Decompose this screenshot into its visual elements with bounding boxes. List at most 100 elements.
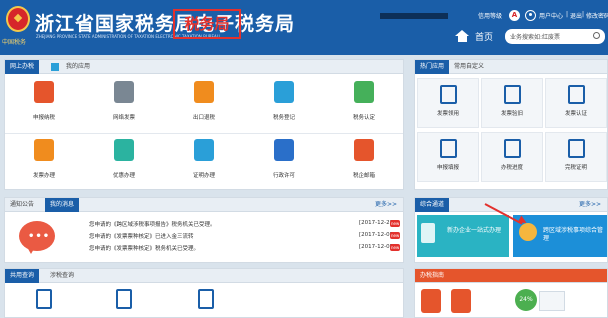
service-label: 优惠办理 [112, 173, 135, 179]
tax-service-item[interactable]: 税务认定 [335, 77, 393, 133]
people-icon [519, 223, 537, 241]
tab-announcements[interactable]: 通知公告 [5, 198, 39, 212]
tax-service-item[interactable]: 行政许可 [255, 135, 313, 189]
service-icon [34, 139, 54, 161]
tab-my-messages[interactable]: 我的消息 [45, 198, 80, 212]
channel-more-link[interactable]: 更多>> [579, 198, 601, 212]
watermark-stamp: 税务局 [173, 9, 241, 39]
phone-icon [421, 223, 435, 243]
service-icon [274, 81, 294, 103]
tax-service-item[interactable]: 发票办理 [15, 135, 73, 189]
guide-panel: 办税指南 24% [414, 268, 608, 318]
hot-app-item[interactable]: 完税证明 [545, 132, 607, 182]
service-label: 发票办理 [32, 173, 55, 179]
banner-label: 跨区域涉税事项综合管理 [543, 227, 604, 242]
notice-text: 您申请的《发票票种核定》已进入金三流转 [89, 234, 194, 240]
chat-bubble-icon: ••• [19, 221, 55, 254]
speed-stat-badge: 24% [515, 289, 537, 311]
notice-row[interactable]: 您申请的《发票票种核定》已进入金三流转 [2017-12-05] new [89, 232, 401, 242]
service-label: 税务登记 [272, 115, 295, 121]
panel-header: 网上办税 我的应用 [5, 60, 403, 74]
channel-panel: 综合通道 更多>> 新办企业一站式办理 跨区域涉税事项综合管理 [414, 197, 608, 263]
panel-header: 共用查询 涉税查询 [5, 269, 403, 283]
service-label: 出口退税 [192, 115, 215, 121]
service-label: 税企邮箱 [352, 173, 375, 179]
tax-service-item[interactable]: 出口退税 [175, 77, 233, 133]
tab-public-query[interactable]: 共用查询 [5, 269, 40, 283]
guide-icon-2[interactable] [451, 289, 471, 313]
tax-service-item[interactable]: 优惠办理 [95, 135, 153, 189]
service-icon [354, 139, 374, 161]
service-label: 网络发票 [112, 115, 135, 121]
tax-service-item[interactable]: 税务登记 [255, 77, 313, 133]
user-icon [525, 10, 536, 21]
tab-hot-apps[interactable]: 热门应用 [415, 60, 450, 74]
stamp-document-icon[interactable] [198, 289, 214, 309]
query-panel: 共用查询 涉税查询 [4, 268, 404, 318]
new-company-banner[interactable]: 新办企业一站式办理 [417, 215, 509, 257]
tax-service-item[interactable]: 税企邮箱 [335, 135, 393, 189]
home-icon[interactable] [455, 30, 470, 42]
new-badge: new [390, 244, 401, 251]
user-center-link[interactable]: 用户中心 [539, 11, 563, 20]
hot-app-label: 办税进度 [500, 165, 523, 171]
panel-header: 综合通道 更多>> [415, 198, 607, 212]
speed-widget [539, 291, 565, 311]
tax-service-item[interactable]: 申报纳税 [15, 77, 73, 133]
hot-app-item[interactable]: 申报填报 [417, 132, 479, 182]
hot-app-icon [504, 139, 521, 158]
panel-header: 通知公告 我的消息 更多>> [5, 198, 403, 212]
notices-panel: 通知公告 我的消息 更多>> ••• 您申请的《跨区域涉税事项报告》税务机关已受… [4, 197, 404, 263]
tab-online-tax[interactable]: 网上办税 [5, 60, 40, 74]
guide-title: 办税指南 [420, 272, 445, 279]
notice-text: 您申请的《跨区域涉税事项报告》税务机关已受理。 [89, 222, 216, 228]
tab-tax-query[interactable]: 涉税查询 [45, 269, 79, 283]
change-password-link[interactable]: 修改密码 [586, 11, 608, 20]
new-badge: new [390, 232, 401, 239]
banner-label: 新办企业一站式办理 [447, 227, 502, 234]
tab-my-apps[interactable]: 我的应用 [61, 60, 95, 74]
panel-header: 办税指南 [415, 269, 607, 283]
credit-level-label: 信用等级 [478, 13, 503, 20]
search-input[interactable]: 业务搜索如:红废票 [505, 29, 605, 44]
tax-service-item[interactable]: 证明办理 [175, 135, 233, 189]
document-query-icon[interactable] [36, 289, 52, 309]
service-icon [274, 139, 294, 161]
masked-username [380, 13, 448, 19]
hot-app-item[interactable]: 发票验旧 [481, 78, 543, 128]
notice-row[interactable]: 您申请的《跨区域涉税事项报告》税务机关已受理。 [2017-12-22] new [89, 220, 401, 230]
notice-text: 您申请的《发票票种核定》税务机关已受理。 [89, 246, 200, 252]
site-title: 浙江省国家税务局电子税务局 [35, 13, 296, 35]
service-icon [194, 81, 214, 103]
hot-app-icon [440, 139, 457, 158]
tax-service-item[interactable]: 网络发票 [95, 77, 153, 133]
hot-app-item[interactable]: 发票领用 [417, 78, 479, 128]
tab-custom-apps[interactable]: 常用自定义 [449, 60, 489, 74]
search-icon[interactable] [593, 32, 600, 39]
logo-caption: 中国税务 [2, 39, 27, 46]
service-icon [194, 139, 214, 161]
hot-app-label: 申报填报 [436, 165, 459, 171]
hot-app-label: 发票认证 [564, 111, 587, 117]
service-icon [354, 81, 374, 103]
hot-app-item[interactable]: 发票认证 [545, 78, 607, 128]
hot-app-icon [568, 139, 585, 158]
online-tax-panel: 网上办税 我的应用 申报纳税 网络发票 出口退税 税务登记 税务认定发票办理 优惠办理 证明… [4, 59, 404, 190]
search-document-icon[interactable] [116, 289, 132, 309]
channel-title: 综合通道 [415, 198, 450, 212]
panel-header: 热门应用 常用自定义 [415, 60, 607, 74]
search-placeholder: 业务搜索如:红废票 [510, 34, 561, 41]
notice-row[interactable]: 您申请的《发票票种核定》税务机关已受理。 [2017-12-05] new [89, 244, 401, 254]
home-link[interactable]: 首页 [475, 30, 493, 43]
service-label: 行政许可 [272, 173, 295, 179]
guide-icon-1[interactable] [421, 289, 441, 313]
hot-app-icon [504, 85, 521, 104]
service-icon [114, 139, 134, 161]
hot-app-item[interactable]: 办税进度 [481, 132, 543, 182]
notices-more-link[interactable]: 更多>> [375, 198, 397, 212]
logout-link[interactable]: 退出 [570, 11, 582, 20]
grid-divider [5, 133, 403, 134]
hot-app-label: 发票验旧 [500, 111, 523, 117]
hot-apps-panel: 热门应用 常用自定义 发票领用 发票验旧 发票认证申报填报 办税进度 完税证明 [414, 59, 608, 190]
hot-app-label: 完税证明 [564, 165, 587, 171]
